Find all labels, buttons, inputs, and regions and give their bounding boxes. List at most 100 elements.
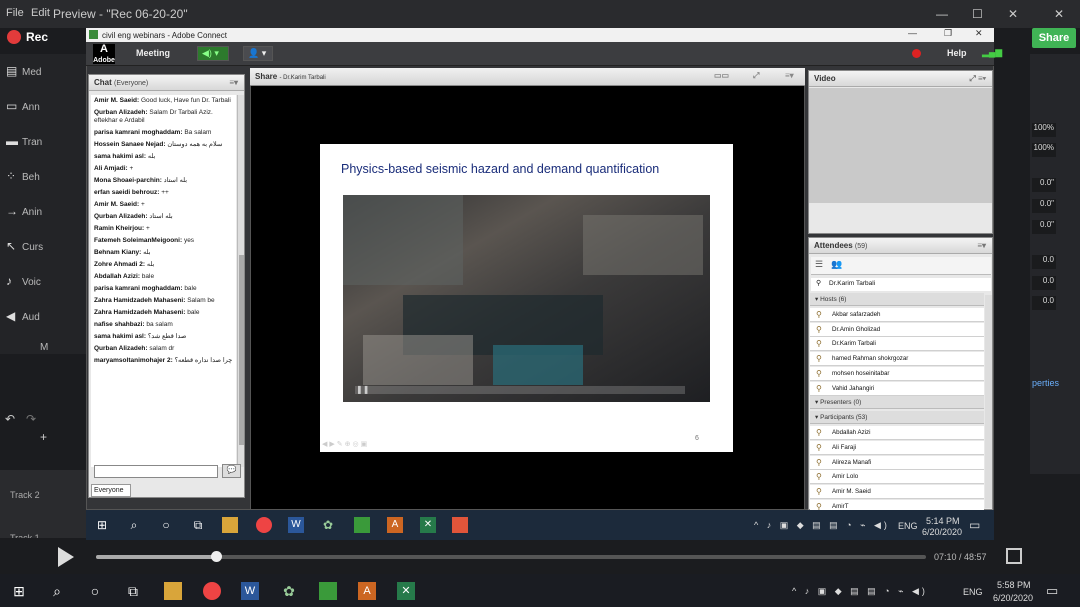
inner-tray-icons[interactable]: ^ ♪ ▣ ◆ ▤ ▤ ◔ ⌁ ◀) <box>754 520 890 531</box>
pod-menu-icon[interactable]: ≡▾ <box>785 71 794 80</box>
inner-clock-time[interactable]: 5:14 PM <box>926 516 960 526</box>
taskview-icon[interactable]: ⧉ <box>124 582 142 600</box>
ac-close-button[interactable]: ✕ <box>975 28 983 39</box>
camtasia-icon[interactable] <box>319 582 337 600</box>
video-controls[interactable] <box>355 386 685 394</box>
presenters-group[interactable]: ▾ Presenters (0) <box>810 396 984 410</box>
explorer-icon[interactable] <box>164 582 182 600</box>
attendee-row[interactable]: ⚲ Dr.Karim Tarbali <box>810 337 984 352</box>
attendee-row[interactable]: ⚲ Amir M. Saeid <box>810 485 984 499</box>
inner-clock-date[interactable]: 6/20/2020 <box>922 527 962 537</box>
inner-word-icon[interactable]: W <box>288 517 304 533</box>
ac-restore-button[interactable]: ❐ <box>944 28 952 39</box>
meeting-menu[interactable]: Meeting <box>136 48 170 58</box>
attendee-row[interactable]: ⚲ Ali Faraji <box>810 440 984 455</box>
inner-recorder-icon[interactable] <box>452 517 468 533</box>
close-button[interactable]: ✕ <box>1008 7 1018 21</box>
clock-date[interactable]: 6/20/2020 <box>993 593 1033 603</box>
pod-menu-icon[interactable]: ≡▾ <box>229 78 238 87</box>
fullscreen-icon[interactable] <box>1006 548 1022 564</box>
edit-menu[interactable]: Edit <box>31 7 50 19</box>
help-menu[interactable]: Help <box>947 48 967 58</box>
position-y-value[interactable]: 0.0 <box>1032 276 1056 290</box>
connect-icon[interactable]: ✕ <box>397 582 415 600</box>
add-track-icon[interactable]: + <box>40 430 47 444</box>
record-label[interactable]: Rec <box>26 30 48 44</box>
participants-group[interactable]: ▾ Participants (53) <box>810 411 984 425</box>
track-2-label[interactable]: Track 2 <box>10 490 40 500</box>
paint-icon[interactable]: ✿ <box>280 582 298 600</box>
inner-cortana-icon[interactable]: ○ <box>158 517 174 533</box>
pod-menu-icon[interactable]: ⤢ ≡▾ <box>969 74 986 84</box>
attendee-row[interactable]: ⚲ Vahid Jahangiri <box>810 381 984 396</box>
share-button[interactable]: Share <box>1032 28 1076 48</box>
tool-media[interactable]: ▤ Med <box>6 64 86 84</box>
rotation-y-value[interactable]: 0.0" <box>1032 199 1056 213</box>
list-view-icon[interactable]: ☰ <box>815 259 823 270</box>
acrobat-icon[interactable]: A <box>358 582 376 600</box>
tray-icons[interactable]: ^ ♪ ▣ ◆ ▤ ▤ ◔ ⌁ ◀) <box>792 586 928 597</box>
slide-nav-icons[interactable]: ◀▶✎⊕◎▣ <box>322 440 369 448</box>
clock-time[interactable]: 5:58 PM <box>997 580 1031 590</box>
start-icon[interactable]: ⊞ <box>10 582 28 600</box>
rotation-x-value[interactable]: 0.0" <box>1032 178 1056 192</box>
inner-explorer-icon[interactable] <box>222 517 238 533</box>
tool-cursor[interactable]: ↖ Curs <box>6 239 86 259</box>
presenter-row[interactable]: ⚲ Dr.Karim Tarbali <box>811 278 991 291</box>
inner-chrome-icon[interactable] <box>256 517 272 533</box>
attendee-row[interactable]: ⚲ Abdallah Azizi <box>810 426 984 441</box>
play-icon[interactable] <box>58 547 74 567</box>
chat-scrollbar[interactable] <box>237 95 244 467</box>
attendee-row[interactable]: ⚲ Dr.Amin Gholizad <box>810 322 984 337</box>
inner-notification-icon[interactable]: ▭ <box>969 518 980 532</box>
attendee-row[interactable]: ⚲ mohsen hoseinitabar <box>810 366 984 381</box>
maximize-button[interactable]: ☐ <box>972 7 983 21</box>
inner-acrobat-icon[interactable]: A <box>387 517 403 533</box>
inner-search-icon[interactable]: ⌕ <box>126 517 142 533</box>
tool-audio[interactable]: ◀ Aud <box>6 309 86 329</box>
notification-icon[interactable]: ▭ <box>1046 583 1058 599</box>
slide-video[interactable] <box>343 195 710 402</box>
inner-camtasia-icon[interactable] <box>354 517 370 533</box>
inner-lang[interactable]: ENG <box>898 521 918 531</box>
chrome-icon[interactable] <box>203 582 221 600</box>
search-icon[interactable]: ⌕ <box>48 582 66 600</box>
undo-icon[interactable]: ↶ <box>5 412 15 426</box>
layout-icon[interactable]: ▭▭ <box>714 71 729 80</box>
opacity-value[interactable]: 100% <box>1032 143 1056 157</box>
hosts-group[interactable]: ▾ Hosts (6) <box>810 293 984 306</box>
webcam-button[interactable]: 👤 ▾ <box>243 46 273 61</box>
cortana-icon[interactable]: ○ <box>86 582 104 600</box>
file-menu[interactable]: File <box>6 7 24 19</box>
chat-recipient-select[interactable]: Everyone <box>91 484 131 497</box>
minimize-button[interactable]: — <box>936 7 948 21</box>
word-icon[interactable]: W <box>241 582 259 600</box>
close-button-2[interactable]: ✕ <box>1054 7 1064 21</box>
tool-voice[interactable]: ♪ Voic <box>6 274 86 294</box>
scale-value[interactable]: 100% <box>1032 123 1056 137</box>
pod-menu-icon[interactable]: ≡▾ <box>977 241 986 250</box>
inner-taskview-icon[interactable]: ⧉ <box>190 517 206 533</box>
tool-behaviors[interactable]: ⁘ Beh <box>6 169 86 189</box>
tool-transitions[interactable]: ▬ Tran <box>6 134 86 154</box>
inner-paint-icon[interactable]: ✿ <box>320 517 336 533</box>
properties-link[interactable]: perties <box>1032 378 1059 388</box>
microphone-button[interactable]: ◀) ▾ <box>197 46 229 61</box>
lang-indicator[interactable]: ENG <box>963 587 983 597</box>
position-x-value[interactable]: 0.0 <box>1032 255 1056 269</box>
fullscreen-pod-icon[interactable]: ⤢ <box>753 71 759 81</box>
video-play-icon[interactable]: ❚❚ <box>356 385 369 394</box>
inner-start-icon[interactable]: ⊞ <box>94 517 110 533</box>
attendee-row[interactable]: ⚲ Akbar safarzadeh <box>810 308 984 322</box>
attendee-row[interactable]: ⚲ Amir Lolo <box>810 470 984 485</box>
chat-send-icon[interactable]: 💬 <box>222 464 241 478</box>
record-icon[interactable] <box>7 30 21 44</box>
tool-animations[interactable]: → Anin <box>6 204 86 224</box>
chat-scroll-thumb[interactable] <box>239 255 244 445</box>
tool-annotations[interactable]: ▭ Ann <box>6 99 86 119</box>
attendee-scrollbar[interactable] <box>985 295 992 508</box>
status-view-icon[interactable]: 👥 <box>831 259 842 270</box>
position-z-value[interactable]: 0.0 <box>1032 296 1056 310</box>
attendee-row[interactable]: ⚲ Alireza Manafi <box>810 455 984 470</box>
ac-minimize-button[interactable]: — <box>908 28 917 38</box>
